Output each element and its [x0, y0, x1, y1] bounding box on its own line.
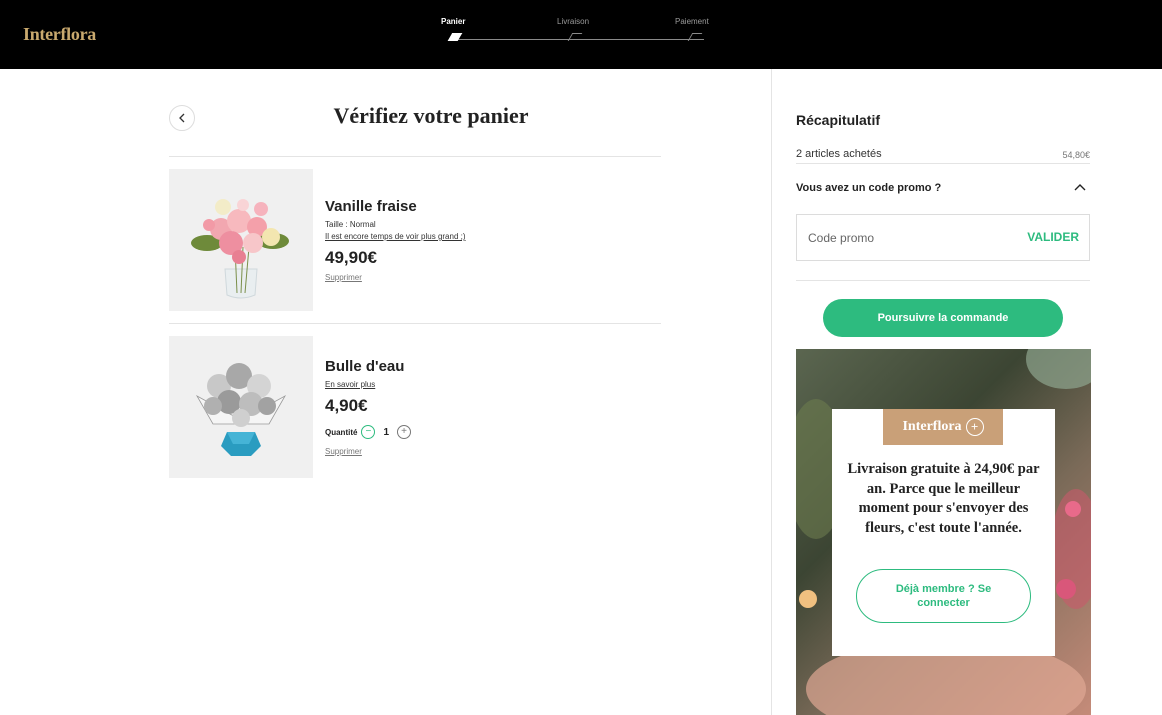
quantity-increase-button[interactable]: +: [397, 425, 412, 439]
product-image-vanille-fraise[interactable]: [169, 169, 313, 311]
header: Interflora Panier Livraison Paiement: [0, 0, 1162, 69]
quantity-label: Quantité: [325, 427, 358, 437]
validate-promo-button[interactable]: VALIDER: [1027, 230, 1079, 244]
product-name: Vanille fraise: [325, 198, 417, 215]
product-size: Taille : Normal: [325, 220, 376, 229]
quantity-decrease-button[interactable]: −: [361, 425, 376, 439]
interflora-plus-badge: Interflora +: [883, 409, 1003, 445]
back-button[interactable]: [169, 105, 195, 131]
panel-separator: [771, 69, 772, 715]
summary-articles-row: 2 articles achetés 54,80€: [796, 148, 1090, 160]
product-name: Bulle d'eau: [325, 358, 405, 375]
divider: [169, 156, 661, 157]
page-title: Vérifiez votre panier: [333, 103, 529, 128]
divider: [169, 323, 661, 324]
chevron-left-icon: [179, 113, 185, 123]
learn-more-link[interactable]: En savoir plus: [325, 380, 375, 389]
promo-card: Interflora + Livraison gratuite à 24,90€…: [832, 409, 1055, 656]
product-upsize-link[interactable]: Il est encore temps de voir plus grand ;…: [325, 232, 466, 241]
quantity-value: 1: [383, 426, 390, 438]
continue-order-button[interactable]: Poursuivre la commande: [823, 299, 1063, 337]
checkout-steps: Panier Livraison Paiement: [441, 14, 716, 44]
promo-code-input[interactable]: [797, 215, 1017, 260]
bouquet-image: [195, 363, 287, 456]
promo-code-toggle[interactable]: Vous avez un code promo ?: [796, 182, 1090, 194]
bouquet-image: [191, 199, 289, 299]
badge-label: Interflora: [902, 419, 962, 434]
chevron-up-icon: [1074, 184, 1086, 191]
delete-product-button[interactable]: Supprimer: [325, 447, 362, 456]
step-paiement: Paiement: [675, 17, 709, 26]
articles-label: 2 articles achetés: [796, 148, 882, 160]
summary-title: Récapitulatif: [796, 112, 881, 128]
step-panier: Panier: [441, 17, 466, 26]
promo-code-box: VALIDER: [796, 214, 1090, 261]
product-price: 49,90€: [325, 248, 377, 267]
promo-question: Vous avez un code promo ?: [796, 182, 942, 194]
member-login-button[interactable]: Déjà membre ? Se connecter: [856, 569, 1031, 623]
divider: [796, 280, 1090, 281]
promo-text: Livraison gratuite à 24,90€ par an. Parc…: [847, 461, 1040, 536]
delete-product-button[interactable]: Supprimer: [325, 273, 362, 282]
articles-total: 54,80€: [1062, 150, 1090, 160]
interflora-logo[interactable]: Interflora: [23, 24, 96, 45]
divider: [796, 163, 1090, 164]
product-image-bulle-deau[interactable]: [169, 336, 313, 478]
product-price: 4,90€: [325, 396, 368, 415]
quantity-stepper: Quantité − 1 +: [325, 425, 412, 439]
step-livraison: Livraison: [557, 17, 590, 26]
membership-promo-banner: Interflora + Livraison gratuite à 24,90€…: [796, 349, 1091, 715]
plus-icon: +: [965, 418, 984, 436]
